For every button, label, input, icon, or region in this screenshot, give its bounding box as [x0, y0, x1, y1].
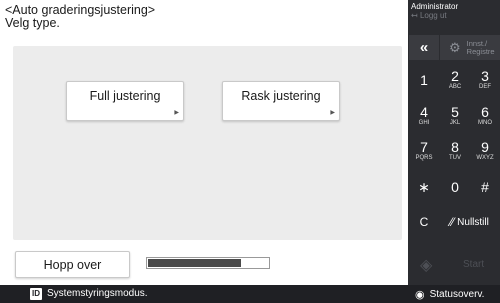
settings-registration-button[interactable]: ⚙ Innst./ Registre: [440, 35, 500, 60]
skip-button[interactable]: Hopp over: [15, 251, 130, 278]
key-9[interactable]: 9 WXYZ: [470, 136, 500, 166]
user-name: Administrator: [411, 2, 459, 11]
quick-adjustment-button[interactable]: Rask justering ▶: [222, 81, 340, 121]
full-adjustment-label: Full justering: [89, 89, 161, 103]
key-3[interactable]: 3 DEF: [470, 65, 500, 95]
corner-arrow-icon: ▶: [174, 110, 179, 116]
status-monitor-button[interactable]: ◉ Statusoverv.: [409, 285, 500, 303]
keypad-panel: Administrator ↤ Logg ut « ⚙ Innst./ Regi…: [408, 0, 500, 285]
logout-link[interactable]: ↤ Logg ut: [411, 11, 447, 20]
reset-icon: ⁄⁄: [450, 215, 455, 229]
key-4[interactable]: 4 GHI: [409, 101, 439, 131]
key-8[interactable]: 8 TUV: [440, 136, 470, 166]
status-bar: ID Systemstyringsmodus. ◉ Statusoverv.: [0, 285, 500, 303]
settings-label-line2: Registre: [466, 46, 495, 56]
reset-label: Nullstill: [457, 216, 489, 228]
start-diamond-icon: ◈: [420, 257, 433, 274]
key-6[interactable]: 6 MNO: [470, 101, 500, 131]
clear-key[interactable]: C: [409, 207, 439, 237]
corner-arrow-icon: ▶: [330, 110, 335, 116]
status-monitor-label: Statusoverv.: [429, 288, 485, 300]
progress-bar: [146, 257, 270, 269]
options-panel: [13, 46, 402, 240]
quick-adjustment-label: Rask justering: [241, 89, 321, 103]
main-area: <Auto graderingsjustering> Velg type. Fu…: [0, 0, 408, 285]
key-0[interactable]: 0: [440, 172, 470, 202]
key-5[interactable]: 5 JKL: [440, 101, 470, 131]
start-label: Start: [463, 259, 485, 270]
full-adjustment-button[interactable]: Full justering ▶: [66, 81, 184, 121]
instruction-text: Velg type.: [5, 16, 60, 30]
key-1[interactable]: 1: [409, 65, 439, 95]
key-hash[interactable]: #: [470, 172, 500, 202]
skip-label: Hopp over: [43, 257, 102, 272]
key-2[interactable]: 2 ABC: [440, 65, 470, 95]
status-monitor-icon: ◉: [415, 288, 425, 301]
key-7[interactable]: 7 PQRS: [409, 136, 439, 166]
page-title: <Auto graderingsjustering>: [5, 3, 156, 17]
double-chevron-left-icon: «: [419, 39, 429, 56]
key-asterisk[interactable]: ∗: [409, 172, 439, 202]
reset-button[interactable]: ⁄⁄ Nullstill: [439, 207, 500, 237]
start-button[interactable]: ◈ Start: [408, 247, 500, 285]
logout-icon: ↤: [411, 11, 418, 20]
collapse-panel-button[interactable]: «: [409, 35, 439, 60]
progress-fill: [148, 259, 242, 267]
id-icon: ID: [30, 288, 42, 300]
logout-label: Logg ut: [419, 11, 447, 20]
system-mode-text: Systemstyringsmodus.: [47, 288, 148, 299]
gear-icon: ⚙: [449, 39, 461, 55]
